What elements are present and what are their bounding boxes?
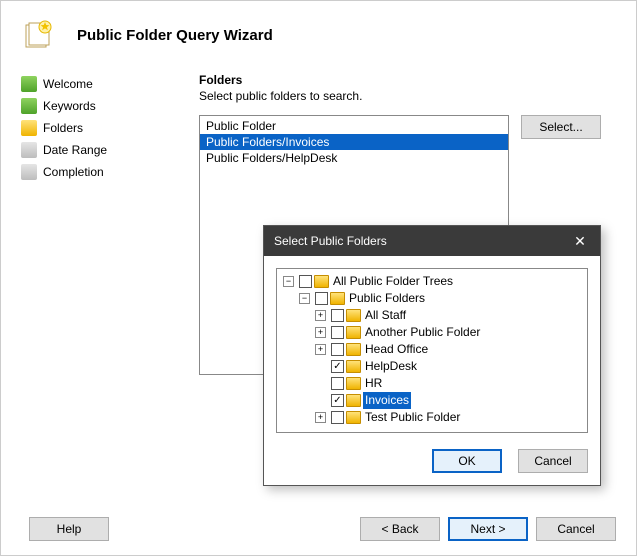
checkbox[interactable]	[331, 377, 344, 390]
section-title: Folders	[199, 73, 616, 87]
tree-node[interactable]: HR	[283, 375, 581, 392]
tree-label: Invoices	[363, 392, 411, 409]
ok-button[interactable]: OK	[432, 449, 502, 473]
leaf-icon	[315, 395, 326, 406]
sidebar-item-label: Keywords	[43, 99, 96, 113]
select-folders-button[interactable]: Select...	[521, 115, 601, 139]
tree-label: Head Office	[363, 341, 430, 358]
step-complete-icon	[21, 76, 37, 92]
list-item[interactable]: Public Folders/HelpDesk	[200, 150, 508, 166]
checkbox[interactable]	[331, 360, 344, 373]
help-button[interactable]: Help	[29, 517, 109, 541]
step-pending-icon	[21, 164, 37, 180]
checkbox[interactable]	[331, 343, 344, 356]
folder-tree[interactable]: − All Public Folder Trees − Public Folde…	[276, 268, 588, 433]
tree-node-root[interactable]: − All Public Folder Trees	[283, 273, 581, 290]
expand-icon[interactable]: +	[315, 344, 326, 355]
list-item[interactable]: Public Folder	[200, 118, 508, 134]
folder-icon	[346, 309, 361, 322]
tree-node[interactable]: + All Staff	[283, 307, 581, 324]
sidebar-item-welcome[interactable]: Welcome	[21, 73, 171, 95]
next-button[interactable]: Next >	[448, 517, 528, 541]
leaf-icon	[315, 378, 326, 389]
checkbox[interactable]	[331, 326, 344, 339]
tree-node[interactable]: + Another Public Folder	[283, 324, 581, 341]
tree-label: Public Folders	[347, 290, 427, 307]
tree-label: HelpDesk	[363, 358, 419, 375]
tree-label: All Staff	[363, 307, 408, 324]
select-public-folders-dialog: Select Public Folders ✕ − All Public Fol…	[263, 225, 601, 486]
folder-icon	[314, 275, 329, 288]
wizard-logo-icon	[23, 19, 55, 51]
tree-label: Another Public Folder	[363, 324, 482, 341]
step-current-icon	[21, 120, 37, 136]
close-icon[interactable]: ✕	[560, 226, 600, 256]
step-complete-icon	[21, 98, 37, 114]
expand-icon[interactable]: +	[315, 310, 326, 321]
dialog-titlebar[interactable]: Select Public Folders ✕	[264, 226, 600, 256]
folder-icon	[346, 411, 361, 424]
sidebar-item-label: Date Range	[43, 143, 107, 157]
checkbox[interactable]	[331, 411, 344, 424]
section-subtitle: Select public folders to search.	[199, 89, 616, 103]
wizard-footer: Help < Back Next > Cancel	[21, 517, 616, 541]
folder-icon	[346, 343, 361, 356]
sidebar-item-keywords[interactable]: Keywords	[21, 95, 171, 117]
expand-icon[interactable]: +	[315, 327, 326, 338]
collapse-icon[interactable]: −	[283, 276, 294, 287]
expand-icon[interactable]: +	[315, 412, 326, 423]
checkbox[interactable]	[299, 275, 312, 288]
step-pending-icon	[21, 142, 37, 158]
sidebar-item-date-range[interactable]: Date Range	[21, 139, 171, 161]
dialog-cancel-button[interactable]: Cancel	[518, 449, 588, 473]
folder-icon	[346, 360, 361, 373]
wizard-steps-sidebar: Welcome Keywords Folders Date Range Comp…	[21, 61, 171, 493]
dialog-title: Select Public Folders	[274, 234, 560, 248]
tree-node[interactable]: Invoices	[283, 392, 581, 409]
sidebar-item-label: Folders	[43, 121, 83, 135]
tree-label: All Public Folder Trees	[331, 273, 455, 290]
collapse-icon[interactable]: −	[299, 293, 310, 304]
cancel-button[interactable]: Cancel	[536, 517, 616, 541]
folder-icon	[330, 292, 345, 305]
folder-icon	[346, 326, 361, 339]
wizard-title: Public Folder Query Wizard	[77, 27, 273, 44]
tree-label: Test Public Folder	[363, 409, 462, 426]
sidebar-item-completion[interactable]: Completion	[21, 161, 171, 183]
tree-node[interactable]: + Head Office	[283, 341, 581, 358]
wizard-header: Public Folder Query Wizard	[1, 1, 636, 61]
folder-icon	[346, 394, 361, 407]
sidebar-item-label: Welcome	[43, 77, 93, 91]
tree-node[interactable]: HelpDesk	[283, 358, 581, 375]
folder-icon	[346, 377, 361, 390]
leaf-icon	[315, 361, 326, 372]
tree-node[interactable]: + Test Public Folder	[283, 409, 581, 426]
checkbox[interactable]	[331, 309, 344, 322]
sidebar-item-folders[interactable]: Folders	[21, 117, 171, 139]
tree-node-public-folders[interactable]: − Public Folders	[283, 290, 581, 307]
tree-label: HR	[363, 375, 384, 392]
checkbox[interactable]	[315, 292, 328, 305]
back-button[interactable]: < Back	[360, 517, 440, 541]
checkbox[interactable]	[331, 394, 344, 407]
wizard-window: Public Folder Query Wizard Welcome Keywo…	[0, 0, 637, 556]
sidebar-item-label: Completion	[43, 165, 104, 179]
list-item[interactable]: Public Folders/Invoices	[200, 134, 508, 150]
